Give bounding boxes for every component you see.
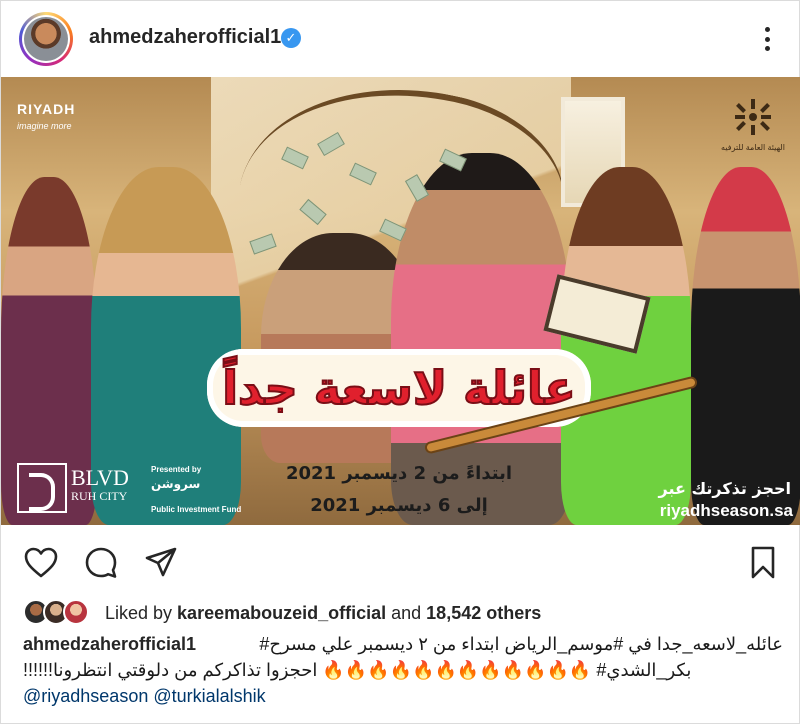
caption-text-2: بكر_الشدي# 🔥🔥🔥🔥🔥🔥🔥🔥🔥🔥🔥🔥 احجزوا تذاكركم م… [23, 660, 692, 680]
profile-photo [24, 17, 68, 61]
blvd-subtitle: RUH CITY [71, 489, 128, 503]
blvd-name: BLVD [71, 465, 129, 490]
more-options-icon[interactable] [757, 23, 777, 55]
likes-row: Liked by kareemabouzeid_official and 18,… [1, 597, 800, 631]
likes-prefix: Liked by [105, 603, 178, 623]
gea-logo-icon [735, 99, 771, 135]
gea-label: الهيئة العامة للترفيه [721, 143, 785, 152]
post-header: ahmedzaherofficial1 ✓ [1, 1, 800, 77]
sponsor-name: سروشن [151, 477, 201, 491]
bookmark-icon[interactable] [745, 545, 781, 581]
heart-icon[interactable] [23, 545, 59, 581]
instagram-post: ahmedzaherofficial1 ✓ RIYADH imagine mor… [0, 0, 800, 724]
caption-text-1: عائله_لاسعه_جدا في #موسم_الرياض ابتداء م… [259, 634, 783, 654]
post-caption: ahmedzaherofficial1 عائله_لاسعه_جدا في #… [23, 631, 783, 709]
post-image[interactable]: RIYADH imagine more الهيئة العامة للترفي… [1, 77, 800, 525]
pif-label: Public Investment Fund [151, 505, 242, 514]
presented-by-label: Presented by [151, 465, 202, 474]
verified-badge-icon: ✓ [281, 28, 301, 48]
booking-label: احجز تذكرتك عبر [658, 479, 791, 498]
caption-line-1: ahmedzaherofficial1 عائله_لاسعه_جدا في #… [23, 631, 783, 657]
share-icon[interactable] [143, 545, 179, 581]
likes-count[interactable]: 18,542 others [426, 603, 541, 623]
blvd-logo-icon [17, 463, 67, 513]
avatar[interactable] [19, 12, 73, 66]
comment-icon[interactable] [83, 545, 119, 581]
likes-middle: and [386, 603, 427, 623]
likes-summary[interactable]: Liked by kareemabouzeid_official and 18,… [105, 603, 541, 624]
liker-username[interactable]: kareemabouzeid_official [177, 603, 386, 623]
booking-website: riyadhseason.sa [659, 501, 793, 520]
cast-member-6 [691, 167, 800, 525]
post-username[interactable]: ahmedzaherofficial1 [89, 26, 281, 49]
riyadh-season-logo: RIYADH [17, 101, 76, 117]
caption-mentions[interactable]: @riyadhseason @turkialalshik [23, 683, 783, 709]
caption-username[interactable]: ahmedzaherofficial1 [23, 631, 196, 657]
action-bar [1, 525, 800, 597]
show-title: عائلة لاسعة جداً [221, 360, 577, 416]
start-date: ابتداءً من 2 ديسمبر 2021 [285, 463, 513, 484]
end-date: إلى 6 ديسمبر 2021 [310, 495, 488, 516]
riyadh-season-tagline: imagine more [17, 121, 72, 131]
liker-avatar[interactable] [63, 599, 89, 625]
